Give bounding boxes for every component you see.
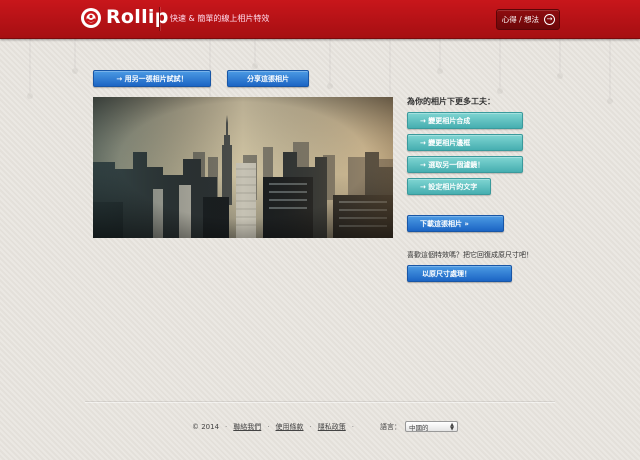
choose-filter-button[interactable]: → 選取另一個濾鏡！: [407, 156, 523, 173]
edited-photo: [93, 97, 393, 238]
top-header-bar: Rollip 快速 & 簡單的線上相片特效 心得 / 想法 →: [0, 0, 640, 39]
download-photo-button[interactable]: 下載這張相片 »: [407, 215, 504, 232]
privacy-link[interactable]: 隱私政策: [318, 422, 346, 432]
feedback-label: 心得 / 想法: [501, 15, 539, 24]
process-fullsize-button[interactable]: 以原尺寸處理！: [407, 265, 512, 282]
set-photo-text-button[interactable]: → 設定相片的文字: [407, 178, 491, 195]
language-selected-value: 中國的: [408, 423, 429, 432]
footer-separator: ·: [267, 422, 270, 431]
language-select[interactable]: 中國的 ▲ ▼: [404, 421, 458, 432]
language-label: 語言：: [379, 422, 401, 431]
footer: © 2014 · 聯絡我們 · 使用條款 · 隱私政策 · 語言： 中國的 ▲ ▼: [192, 421, 458, 432]
fullsize-prompt: 喜歡這個特效嗎？把它回復成原尺寸吧！: [407, 251, 533, 259]
tagline: 快速 & 簡單的線上相片特效: [170, 14, 270, 23]
select-arrows-icon: ▲ ▼: [450, 421, 454, 432]
more-options-heading: 為你的相片下更多工夫：: [407, 97, 495, 106]
try-another-photo-button[interactable]: → 用另一張相片試試！: [93, 70, 211, 87]
contact-link[interactable]: 聯絡我們: [233, 422, 261, 432]
change-composition-button[interactable]: → 變更相片合成: [407, 112, 523, 129]
footer-separator: ·: [309, 422, 312, 431]
terms-link[interactable]: 使用條款: [276, 422, 304, 432]
change-frame-button[interactable]: → 變更相片邊框: [407, 134, 523, 151]
footer-separator: ·: [351, 422, 354, 431]
share-photo-button[interactable]: 分享這張相片: [227, 70, 309, 87]
feedback-button[interactable]: 心得 / 想法 →: [496, 9, 560, 30]
arrow-right-circle-icon: →: [544, 14, 555, 25]
city-skyline-image: [93, 97, 393, 238]
rollip-logo-icon[interactable]: [81, 8, 101, 28]
copyright-text: © 2014: [192, 422, 220, 431]
footer-divider: [85, 401, 555, 402]
header-divider: [159, 7, 160, 31]
footer-separator: ·: [225, 422, 228, 431]
